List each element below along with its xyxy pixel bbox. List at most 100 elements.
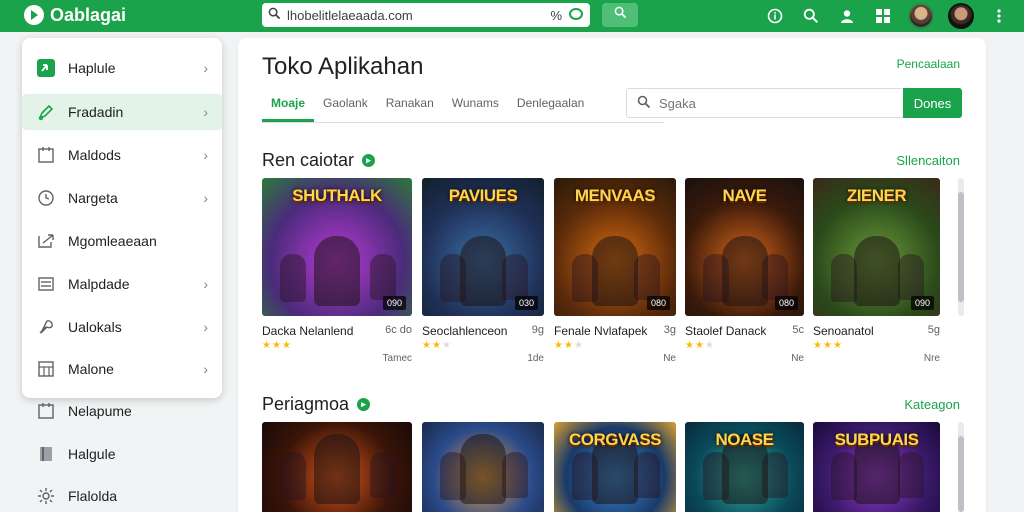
tab-divider <box>262 122 664 123</box>
game-thumbnail[interactable]: PAVIUES 030 <box>422 178 544 316</box>
tab-bar: Moaje Gaolank Ranakan Wunams Denlegaalan <box>262 92 593 122</box>
rating-stars: ★★★ <box>554 340 676 351</box>
game-thumbnail[interactable]: MENVAAS 080 <box>554 178 676 316</box>
carousel-scrollbar[interactable] <box>958 422 964 512</box>
star-icon: ★ <box>813 340 823 351</box>
sidebar-item[interactable]: Flalolda <box>22 478 222 512</box>
account-icon[interactable] <box>836 5 858 27</box>
sidebar-item[interactable]: Mgomleaeaan <box>22 223 222 259</box>
tab[interactable]: Wunams <box>443 92 508 122</box>
sidebar-item-label: Mgomleaeaan <box>68 233 157 249</box>
search-input[interactable] <box>659 95 859 111</box>
game-meta: Ne <box>663 353 676 364</box>
chevron-right-icon: › <box>203 147 208 163</box>
character-figure <box>280 254 306 302</box>
game-thumbnail[interactable]: SHUTHALK 090 <box>262 178 412 316</box>
scrollbar-thumb[interactable] <box>958 436 964 512</box>
game-thumbnail[interactable]: SUBPUAIS <box>813 422 940 512</box>
game-size: 5g <box>927 324 940 336</box>
character-figure <box>721 236 768 306</box>
apps-grid-icon[interactable] <box>872 5 894 27</box>
brand[interactable]: Oablagai <box>24 4 126 26</box>
section-title-text: Ren caiotar <box>262 150 355 170</box>
price-tag: 090 <box>910 296 934 310</box>
star-icon: ★ <box>262 340 272 351</box>
character-figure <box>898 254 924 300</box>
carousel-scrollbar[interactable] <box>958 178 964 316</box>
game-card[interactable]: ZIENER 090 Senoanatol 5g ★★★ Nre <box>813 178 940 364</box>
more-vert-icon[interactable] <box>988 5 1010 27</box>
top-link[interactable]: Pencaalaan <box>897 57 960 71</box>
star-icon: ★ <box>431 340 442 351</box>
search-icon <box>614 6 627 24</box>
game-card[interactable] <box>262 422 412 512</box>
tab[interactable]: Moaje <box>262 92 315 122</box>
game-meta: Ne <box>791 353 804 364</box>
game-thumbnail[interactable]: NAVE 080 <box>685 178 804 316</box>
game-thumbnail[interactable]: ZIENER 090 <box>813 178 940 316</box>
game-logo-text: CORGVASS <box>568 430 662 449</box>
chevron-right-icon: › <box>203 276 208 292</box>
game-card[interactable]: MENVAAS 080 Fenale Nvlafapek 3g ★★★ Ne <box>554 178 676 364</box>
game-title: Senoanatol <box>813 324 874 338</box>
top-search-button[interactable] <box>602 3 638 27</box>
tab[interactable]: Gaolank <box>314 92 377 122</box>
sidebar-item[interactable]: Haplule › <box>22 50 222 86</box>
game-thumbnail[interactable]: CORGVASS <box>554 422 676 512</box>
done-button[interactable]: Dones <box>903 88 962 118</box>
search-icon[interactable] <box>800 5 822 27</box>
character-figure <box>370 254 396 300</box>
brand-name: Oablagai <box>50 4 127 25</box>
game-thumbnail[interactable] <box>262 422 412 512</box>
game-thumbnail[interactable]: NOASE <box>685 422 804 512</box>
game-card[interactable]: SUBPUAIS <box>813 422 940 512</box>
game-logo-text: SUBPUAIS <box>834 430 919 449</box>
address-bar[interactable]: lhobelitlelaeaada.com % <box>262 3 590 27</box>
game-card[interactable]: NAVE 080 Staolef Danack 5c ★★★ Ne <box>685 178 804 364</box>
star-icon: ★ <box>822 340 833 351</box>
rating-stars: ★★★ <box>813 340 940 351</box>
game-card[interactable]: NOASE <box>685 422 804 512</box>
game-card[interactable]: CORGVASS <box>554 422 676 512</box>
sidebar-item[interactable]: Fradadin › <box>22 94 222 130</box>
game-title: Staolef Danack <box>685 324 767 338</box>
avatar[interactable] <box>908 3 934 29</box>
tab[interactable]: Ranakan <box>377 92 443 122</box>
gear-icon <box>36 486 56 506</box>
game-size: 9g <box>531 324 544 336</box>
sidebar-item[interactable]: Malone › <box>22 351 222 387</box>
rating-stars: ★★★ <box>422 340 544 351</box>
sidebar-item-label: Maldods <box>68 147 121 163</box>
refresh-icon[interactable] <box>568 7 584 24</box>
game-card[interactable]: PAVIUES 030 Seoclahlenceon 9g ★★★ 1de <box>422 178 544 364</box>
game-card[interactable]: SHUTHALK 090 Dacka Nelanlend 6c do ★★★ Tamec <box>262 178 412 364</box>
game-logo-text: PAVIUES <box>448 186 518 205</box>
star-icon: ★ <box>281 340 292 351</box>
sidebar-item[interactable]: Malpdade › <box>22 266 222 302</box>
search-icon <box>637 95 651 112</box>
section-see-more-link[interactable]: Sllencaiton <box>896 153 960 168</box>
game-logo-text: NAVE <box>722 186 767 205</box>
star-icon: ★ <box>563 340 574 351</box>
calendar-icon <box>36 145 56 165</box>
avatar[interactable] <box>948 3 974 29</box>
pen-icon <box>36 102 56 122</box>
chevron-right-icon: › <box>203 361 208 377</box>
section-see-more-link[interactable]: Kateagon <box>904 397 960 412</box>
store-logo-icon <box>24 5 44 25</box>
sidebar-item[interactable]: Maldods › <box>22 137 222 173</box>
chevron-right-icon: › <box>203 104 208 120</box>
game-card[interactable] <box>422 422 544 512</box>
sidebar-item[interactable]: Nargeta › <box>22 180 222 216</box>
sidebar-item[interactable]: Ualokals › <box>22 309 222 345</box>
sidebar-item[interactable]: Halgule <box>22 436 222 472</box>
info-icon[interactable] <box>764 5 786 27</box>
section-title: Periagmoa ▸ <box>262 394 371 415</box>
scrollbar-thumb[interactable] <box>958 192 964 302</box>
page-title: Toko Aplikahan <box>262 53 424 80</box>
tab[interactable]: Denlegaalan <box>508 92 593 122</box>
store-search-field[interactable] <box>626 88 904 118</box>
game-thumbnail[interactable] <box>422 422 544 512</box>
game-name-row: Senoanatol 5g <box>813 324 940 338</box>
sidebar-item[interactable]: Nelapume <box>22 393 222 429</box>
